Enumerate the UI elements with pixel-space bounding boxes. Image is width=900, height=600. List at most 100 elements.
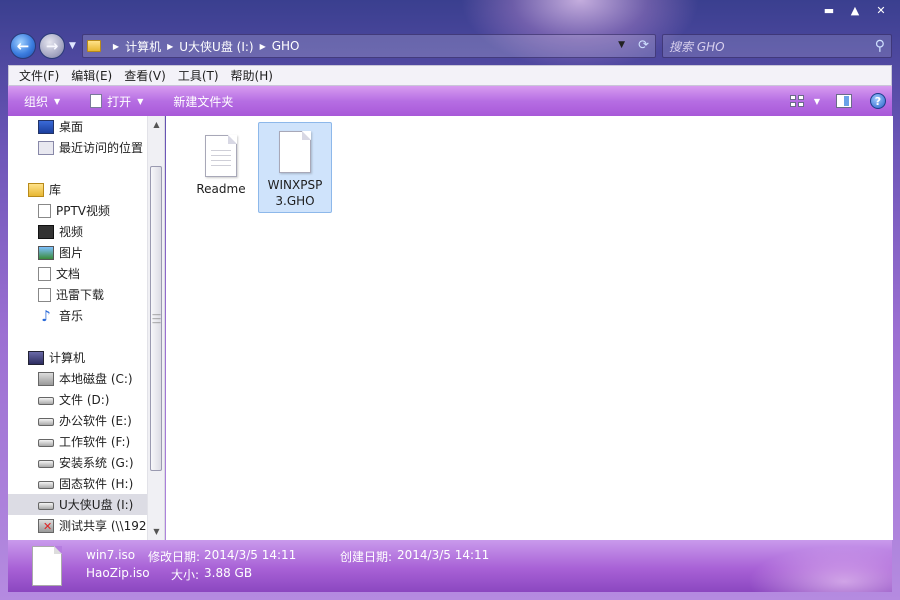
sidebar-item-drive-g[interactable]: 安装系统 (G:) xyxy=(8,452,148,473)
drive-icon xyxy=(38,418,54,426)
detail-file-name: win7.iso xyxy=(86,548,136,562)
sidebar-item-label: 迅雷下载 xyxy=(56,288,105,302)
minimize-button[interactable]: ▬ xyxy=(818,4,840,18)
sidebar-item-label: 视频 xyxy=(59,225,84,239)
navigation-bar: ← → ▼ ▶ 计算机 ▶ U大侠U盘 (I:) ▶ GHO ▼ ⟳ 搜索 GH… xyxy=(10,32,892,60)
sidebar-item-music[interactable]: ♪ 音乐 xyxy=(8,305,148,326)
sidebar-item-network-share[interactable]: 测试共享 (\\192.1 xyxy=(8,515,148,536)
sidebar-item-xunlei[interactable]: 迅雷下载 xyxy=(8,284,148,305)
detail-created-value: 2014/3/5 14:11 xyxy=(397,548,490,562)
drive-icon xyxy=(38,481,54,489)
menu-edit[interactable]: 编辑(E) xyxy=(65,67,118,84)
breadcrumb-usb-drive[interactable]: U大侠U盘 (I:) xyxy=(179,38,253,55)
sidebar-item-label: PPTV视频 xyxy=(56,204,111,218)
chevron-right-icon[interactable]: ▶ xyxy=(167,42,173,51)
library-icon xyxy=(28,182,44,197)
detail-size-label: 大小: xyxy=(171,568,200,582)
navigation-pane: 桌面 最近访问的位置 库 PPTV视频 视频 图片 文档 迅雷下载 ♪ 音乐 计算… xyxy=(8,116,165,540)
scroll-down-icon[interactable]: ▼ xyxy=(148,523,164,540)
file-item-winxpsp3[interactable]: WINXPSP3.GHO xyxy=(258,122,332,213)
refresh-icon[interactable]: ⟳ xyxy=(638,38,649,53)
sidebar-item-libraries[interactable]: 库 xyxy=(8,179,148,200)
sidebar-item-label: U大侠U盘 (I:) xyxy=(59,498,134,512)
scrollbar-thumb[interactable]: — — — xyxy=(150,166,162,471)
sidebar-item-drive-d[interactable]: 文件 (D:) xyxy=(8,389,148,410)
sidebar-item-drive-c[interactable]: 本地磁盘 (C:) xyxy=(8,368,148,389)
sidebar-item-label: 测试共享 (\\192.1 xyxy=(59,519,148,533)
desktop-icon xyxy=(38,119,54,134)
music-note-icon: ♪ xyxy=(41,306,51,325)
organize-label: 组织 xyxy=(24,94,49,109)
sidebar-item-label: 办公软件 (E:) xyxy=(59,414,132,428)
sidebar-item-documents[interactable]: 文档 xyxy=(8,263,148,284)
address-bar[interactable]: ▶ 计算机 ▶ U大侠U盘 (I:) ▶ GHO ▼ ⟳ xyxy=(81,34,656,58)
back-button[interactable]: ← xyxy=(10,33,36,59)
text-file-icon xyxy=(205,135,237,177)
breadcrumb-gho[interactable]: GHO xyxy=(272,39,300,53)
window-caption-buttons: ▬ ▲ ✕ xyxy=(818,4,892,18)
chevron-right-icon[interactable]: ▶ xyxy=(113,42,119,51)
open-label: 打开 xyxy=(107,94,132,109)
sidebar-item-pictures[interactable]: 图片 xyxy=(8,242,148,263)
video-icon xyxy=(38,224,54,239)
file-list[interactable]: Readme WINXPSP3.GHO xyxy=(166,116,893,540)
document-icon xyxy=(38,266,51,281)
document-icon xyxy=(38,287,51,302)
sidebar-item-label: 音乐 xyxy=(59,309,84,323)
sidebar-item-drive-h[interactable]: 固态软件 (H:) xyxy=(8,473,148,494)
sidebar-item-desktop[interactable]: 桌面 xyxy=(8,116,148,137)
picture-icon xyxy=(38,245,54,260)
search-icon[interactable]: ⚲ xyxy=(875,38,885,54)
sidebar-item-label: 图片 xyxy=(59,246,84,260)
menu-help[interactable]: 帮助(H) xyxy=(225,67,279,84)
sidebar-item-videos[interactable]: 视频 xyxy=(8,221,148,242)
detail-size-value: 3.88 GB xyxy=(204,566,253,580)
file-icon xyxy=(32,546,62,586)
sidebar-item-recent[interactable]: 最近访问的位置 xyxy=(8,137,148,158)
sidebar-item-drive-i[interactable]: U大侠U盘 (I:) xyxy=(8,494,148,515)
file-name: Readme xyxy=(196,182,246,196)
chevron-right-icon[interactable]: ▶ xyxy=(260,42,266,51)
close-button[interactable]: ✕ xyxy=(870,4,892,18)
recent-pages-dropdown[interactable]: ▼ xyxy=(69,41,76,51)
sidebar-item-label: 本地磁盘 (C:) xyxy=(59,372,133,386)
menu-file[interactable]: 文件(F) xyxy=(13,67,65,84)
address-dropdown[interactable]: ▼ xyxy=(618,40,625,50)
grip-icon: — — — xyxy=(152,310,161,328)
organize-button[interactable]: 组织 ▼ xyxy=(8,93,70,110)
search-placeholder: 搜索 GHO xyxy=(669,39,725,54)
open-button[interactable]: 打开 ▼ xyxy=(70,93,153,110)
search-box[interactable]: 搜索 GHO ⚲ xyxy=(662,34,892,58)
sidebar-item-drive-f[interactable]: 工作软件 (F:) xyxy=(8,431,148,452)
sidebar-item-label: 文件 (D:) xyxy=(59,393,110,407)
maximize-button[interactable]: ▲ xyxy=(844,4,866,18)
file-icon xyxy=(279,131,311,173)
menu-tools[interactable]: 工具(T) xyxy=(172,67,225,84)
detail-file-type: HaoZip.iso xyxy=(86,566,150,580)
sidebar-item-label: 文档 xyxy=(56,267,81,281)
new-folder-label: 新建文件夹 xyxy=(173,94,234,109)
new-folder-button[interactable]: 新建文件夹 xyxy=(153,93,243,110)
sidebar-item-computer[interactable]: 计算机 xyxy=(8,347,148,368)
sidebar-item-label: 最近访问的位置 xyxy=(59,141,144,155)
scroll-up-icon[interactable]: ▲ xyxy=(148,116,164,133)
change-view-icon[interactable] xyxy=(789,95,804,107)
disconnected-network-drive-icon xyxy=(38,518,54,533)
details-pane: win7.iso HaoZip.iso 修改日期: 2014/3/5 14:11… xyxy=(8,540,892,592)
help-icon[interactable]: ? xyxy=(870,93,886,109)
drive-icon xyxy=(38,439,54,447)
sidebar-item-pptv[interactable]: PPTV视频 xyxy=(8,200,148,221)
sidebar-scrollbar[interactable]: ▲ — — — ▼ xyxy=(147,116,164,540)
file-item-readme[interactable]: Readme xyxy=(184,124,258,201)
view-dropdown-icon[interactable]: ▼ xyxy=(814,97,820,106)
document-icon xyxy=(90,94,103,108)
chevron-down-icon: ▼ xyxy=(137,96,144,106)
breadcrumb-computer[interactable]: 计算机 xyxy=(125,38,161,55)
file-name: WINXPSP3.GHO xyxy=(267,178,323,208)
drive-icon xyxy=(38,397,54,405)
sidebar-item-drive-e[interactable]: 办公软件 (E:) xyxy=(8,410,148,431)
chevron-down-icon: ▼ xyxy=(54,96,61,106)
menu-view[interactable]: 查看(V) xyxy=(118,67,172,84)
forward-button[interactable]: → xyxy=(39,33,65,59)
preview-pane-icon[interactable] xyxy=(836,94,852,108)
